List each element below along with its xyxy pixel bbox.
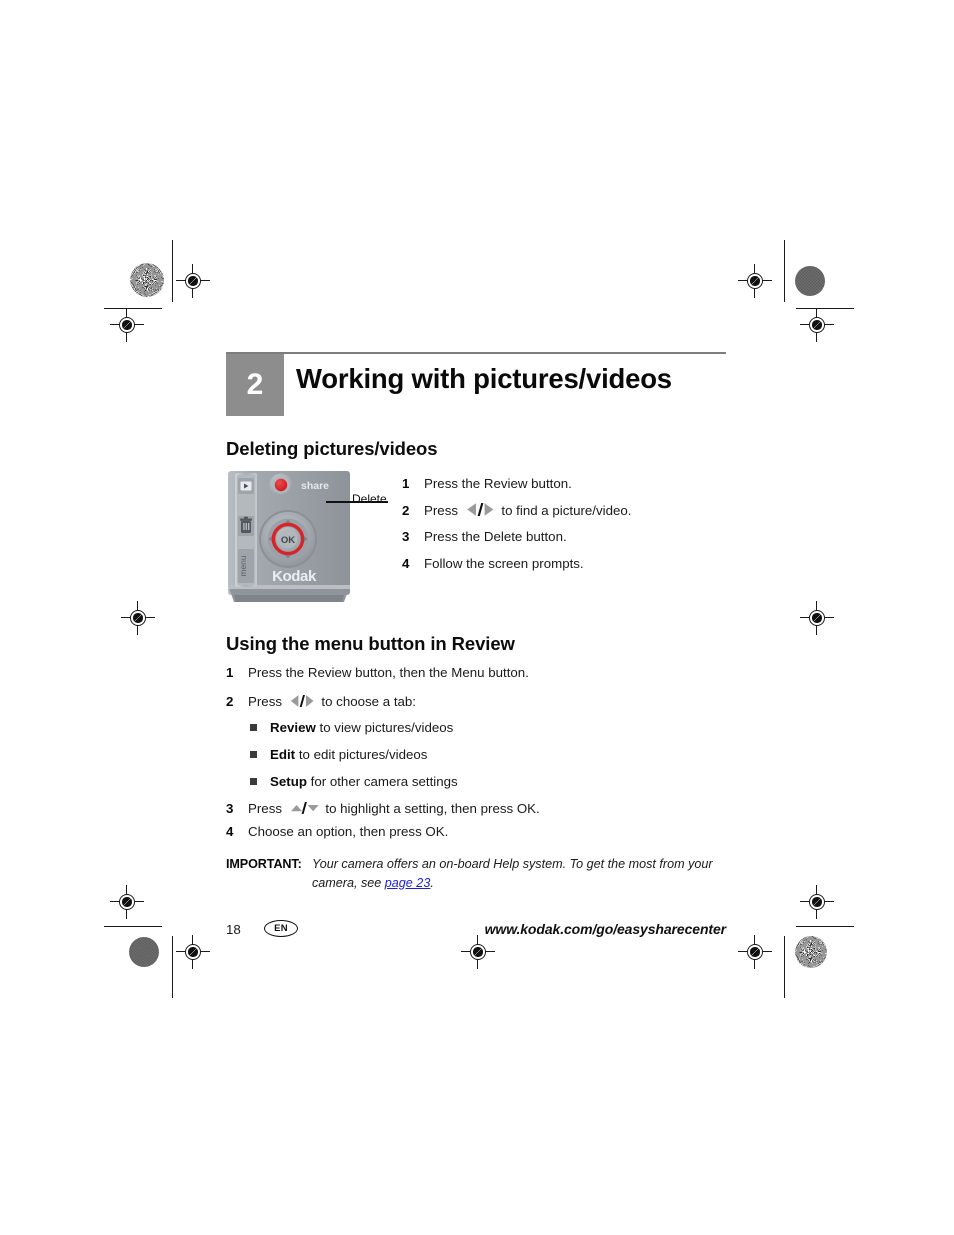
- svg-text:Kodak: Kodak: [272, 568, 317, 585]
- step-text: Press the Review button.: [424, 476, 572, 492]
- up-down-arrows-icon: [289, 801, 319, 815]
- left-right-arrows-icon: [465, 502, 495, 517]
- registration-mark-left-lower: [110, 885, 144, 919]
- crop-line-top-left-vertical: [172, 240, 174, 302]
- registration-mark-top-right-inner: [738, 264, 772, 298]
- section-heading-menu-review: Using the menu button in Review: [226, 633, 515, 655]
- svg-text:share: share: [301, 480, 329, 492]
- bullet-desc: to edit pictures/videos: [295, 747, 428, 763]
- step-text: Follow the screen prompts.: [424, 555, 584, 571]
- step-item: 3 Press the Delete button.: [402, 527, 726, 546]
- registration-mark-bottom-left-inner: [176, 935, 210, 969]
- important-note: IMPORTANT: Your camera offers an on-boar…: [226, 855, 726, 893]
- step-text-cont: to highlight a setting, then press OK.: [321, 801, 540, 817]
- density-dot-top-right: [795, 266, 825, 296]
- crop-line-right-lower-horizontal: [796, 926, 854, 928]
- square-bullet-icon: [250, 751, 257, 759]
- important-text: Your camera offers an on-board Help syst…: [312, 856, 713, 890]
- square-bullet-icon: [250, 778, 257, 786]
- step-number: 4: [402, 555, 410, 571]
- step-item: 2 Press to choose a tab:: [226, 692, 726, 711]
- step-text: Press the Review button, then the Menu b…: [248, 665, 529, 681]
- page-title: Working with pictures/videos: [296, 363, 672, 395]
- step-item: 1 Press the Review button.: [402, 474, 726, 493]
- step-item: 4 Follow the screen prompts.: [402, 554, 726, 573]
- registration-mark-bottom-right-inner: [738, 935, 772, 969]
- registration-mark-left-upper: [110, 308, 144, 342]
- bullet-term: Review: [270, 720, 316, 736]
- list-item: Edit to edit pictures/videos: [226, 745, 726, 765]
- crop-line-bottom-left-vertical: [172, 936, 174, 998]
- registration-mark-right-upper: [800, 308, 834, 342]
- svg-text:menu: menu: [238, 555, 248, 577]
- star-target-top-left: [130, 263, 164, 297]
- bullet-desc: to view pictures/videos: [315, 720, 454, 736]
- step-text: Choose an option, then press OK.: [248, 824, 449, 840]
- footer-url: www.kodak.com/go/easysharecenter: [484, 920, 726, 937]
- step-text: Press the Delete button.: [424, 529, 567, 545]
- density-dot-bottom-left: [129, 937, 159, 967]
- svg-text:OK: OK: [281, 535, 295, 546]
- page-footer: 18 EN www.kodak.com/go/easysharecenter: [226, 919, 726, 943]
- step-text: Press: [248, 801, 286, 817]
- page-content: 2 Working with pictures/videos Deleting …: [226, 352, 726, 943]
- step-number: 1: [226, 665, 234, 681]
- important-text-end: .: [430, 875, 434, 890]
- page-number: 18: [226, 921, 241, 937]
- step-number: 1: [402, 476, 410, 492]
- step-item: 4 Choose an option, then press OK.: [226, 822, 726, 841]
- registration-mark-right-middle: [800, 601, 834, 635]
- manual-page: 2 Working with pictures/videos Deleting …: [0, 0, 954, 1235]
- crop-line-top-right-vertical: [784, 240, 786, 302]
- registration-mark-left-middle: [121, 601, 155, 635]
- step-number: 4: [226, 824, 234, 840]
- menu-steps-list-continued: 3 Press to highlight a setting, then pre…: [226, 799, 726, 842]
- camera-back-illustration: menu share OK Kodak: [226, 469, 354, 604]
- chapter-header: 2 Working with pictures/videos: [226, 354, 726, 417]
- bullet-term: Edit: [270, 747, 296, 763]
- section-heading-deleting: Deleting pictures/videos: [226, 438, 438, 460]
- important-label: IMPORTANT:: [226, 856, 302, 871]
- step-item: 2 Press to find a picture/video.: [402, 501, 726, 520]
- left-right-arrows-icon: [289, 694, 315, 708]
- bullet-term: Setup: [270, 774, 307, 790]
- step-text-cont: to choose a tab:: [317, 693, 417, 709]
- crop-line-bottom-right-vertical: [784, 936, 786, 998]
- menu-steps-list: 1 Press the Review button, then the Menu…: [226, 663, 726, 711]
- figure-delete-button: menu share OK Kodak Delete 1 Press the R…: [226, 469, 726, 611]
- step-item: 3 Press to highlight a setting, then pre…: [226, 799, 726, 818]
- callout-label-delete: Delete: [352, 492, 387, 507]
- list-item: Review to view pictures/videos: [226, 718, 726, 738]
- delete-steps-list: 1 Press the Review button. 2 Press to fi…: [402, 474, 726, 580]
- list-item: Setup for other camera settings: [226, 772, 726, 792]
- step-text: Press: [424, 502, 462, 518]
- bullet-desc: for other camera settings: [306, 774, 458, 790]
- step-number: 3: [226, 801, 234, 817]
- page-23-link[interactable]: page 23: [385, 876, 431, 890]
- chapter-number-box: 2: [226, 354, 284, 417]
- registration-mark-top-left-inner: [176, 264, 210, 298]
- registration-mark-right-lower: [800, 885, 834, 919]
- crop-line-left-lower-horizontal: [104, 926, 162, 928]
- language-badge: EN: [264, 919, 298, 937]
- step-text: Press: [248, 693, 286, 709]
- step-number: 2: [226, 693, 234, 709]
- step-item: 1 Press the Review button, then the Menu…: [226, 663, 726, 682]
- step-number: 2: [402, 502, 410, 518]
- star-target-bottom-right: [795, 936, 827, 968]
- tab-options-list: Review to view pictures/videos Edit to e…: [226, 718, 726, 792]
- step-number: 3: [402, 529, 410, 545]
- step-text-cont: to find a picture/video.: [497, 502, 632, 518]
- square-bullet-icon: [250, 724, 257, 732]
